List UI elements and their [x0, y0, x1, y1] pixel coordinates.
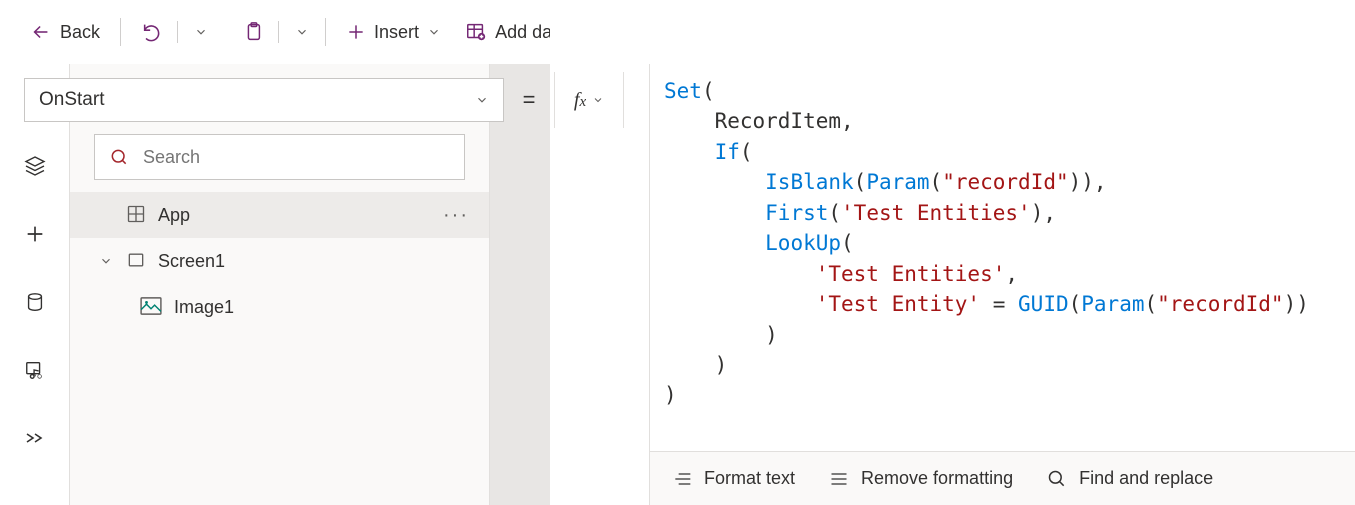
tree-item-screen1[interactable]: Screen1 — [70, 238, 489, 284]
chevron-down-icon — [475, 93, 489, 107]
undo-button[interactable] — [131, 14, 167, 50]
formula-column: Set( RecordItem, If( IsBlank(Param("reco… — [649, 64, 1355, 505]
database-icon — [24, 291, 46, 313]
tree-item-label: Image1 — [174, 297, 234, 318]
tree-item-app[interactable]: App ··· — [70, 192, 489, 238]
tree-search[interactable] — [94, 134, 465, 180]
data-rail-button[interactable] — [15, 282, 55, 322]
clipboard-icon — [242, 21, 264, 43]
tree-view-panel: Tree view App ··· — [70, 64, 490, 505]
formula-footer: Format text Remove formatting Find and r… — [650, 451, 1355, 505]
tree-item-image1[interactable]: Image1 — [70, 284, 489, 330]
undo-dropdown[interactable] — [188, 25, 214, 39]
fx-button[interactable]: fx — [554, 72, 624, 128]
image-icon — [140, 297, 162, 318]
fx-label: fx — [574, 89, 586, 112]
plus-icon — [24, 223, 46, 245]
indent-icon — [672, 470, 692, 488]
format-text-button[interactable]: Format text — [672, 468, 795, 489]
separator — [120, 18, 121, 46]
find-replace-label: Find and replace — [1079, 468, 1213, 489]
separator — [278, 21, 279, 43]
tree-search-input[interactable] — [141, 146, 450, 169]
paste-dropdown[interactable] — [289, 25, 315, 39]
tree-item-label: Screen1 — [158, 251, 225, 272]
plus-icon — [346, 22, 366, 42]
separator — [325, 18, 326, 46]
data-table-icon — [465, 21, 487, 43]
tools-icon — [23, 426, 47, 450]
back-button[interactable]: Back — [20, 14, 110, 50]
tree-item-label: App — [158, 205, 190, 226]
tree-view-button[interactable] — [15, 146, 55, 186]
remove-formatting-button[interactable]: Remove formatting — [829, 468, 1013, 489]
insert-button[interactable]: Insert — [336, 14, 451, 50]
insert-rail-button[interactable] — [15, 214, 55, 254]
expand-toggle[interactable] — [98, 254, 114, 268]
screen-icon — [126, 250, 146, 273]
layers-icon — [23, 154, 47, 178]
undo-icon — [141, 21, 163, 43]
left-rail — [0, 64, 70, 505]
media-icon — [24, 359, 46, 381]
chevron-down-icon — [427, 25, 441, 39]
formula-editor[interactable]: Set( RecordItem, If( IsBlank(Param("reco… — [650, 64, 1355, 451]
back-label: Back — [60, 22, 100, 43]
arrow-left-icon — [30, 21, 52, 43]
advanced-rail-button[interactable] — [15, 418, 55, 458]
outdent-icon — [829, 470, 849, 488]
search-icon — [109, 147, 129, 167]
separator — [177, 21, 178, 43]
insert-label: Insert — [374, 22, 419, 43]
find-replace-button[interactable]: Find and replace — [1047, 468, 1213, 489]
paste-button[interactable] — [232, 14, 268, 50]
equals-label: = — [504, 87, 554, 113]
format-text-label: Format text — [704, 468, 795, 489]
app-grid-icon — [126, 204, 146, 227]
media-rail-button[interactable] — [15, 350, 55, 390]
search-icon — [1047, 469, 1067, 489]
tree-item-menu[interactable]: ··· — [443, 204, 469, 227]
chevron-down-icon — [592, 94, 604, 106]
property-name: OnStart — [39, 89, 104, 111]
property-dropdown[interactable]: OnStart — [24, 78, 504, 122]
remove-formatting-label: Remove formatting — [861, 468, 1013, 489]
